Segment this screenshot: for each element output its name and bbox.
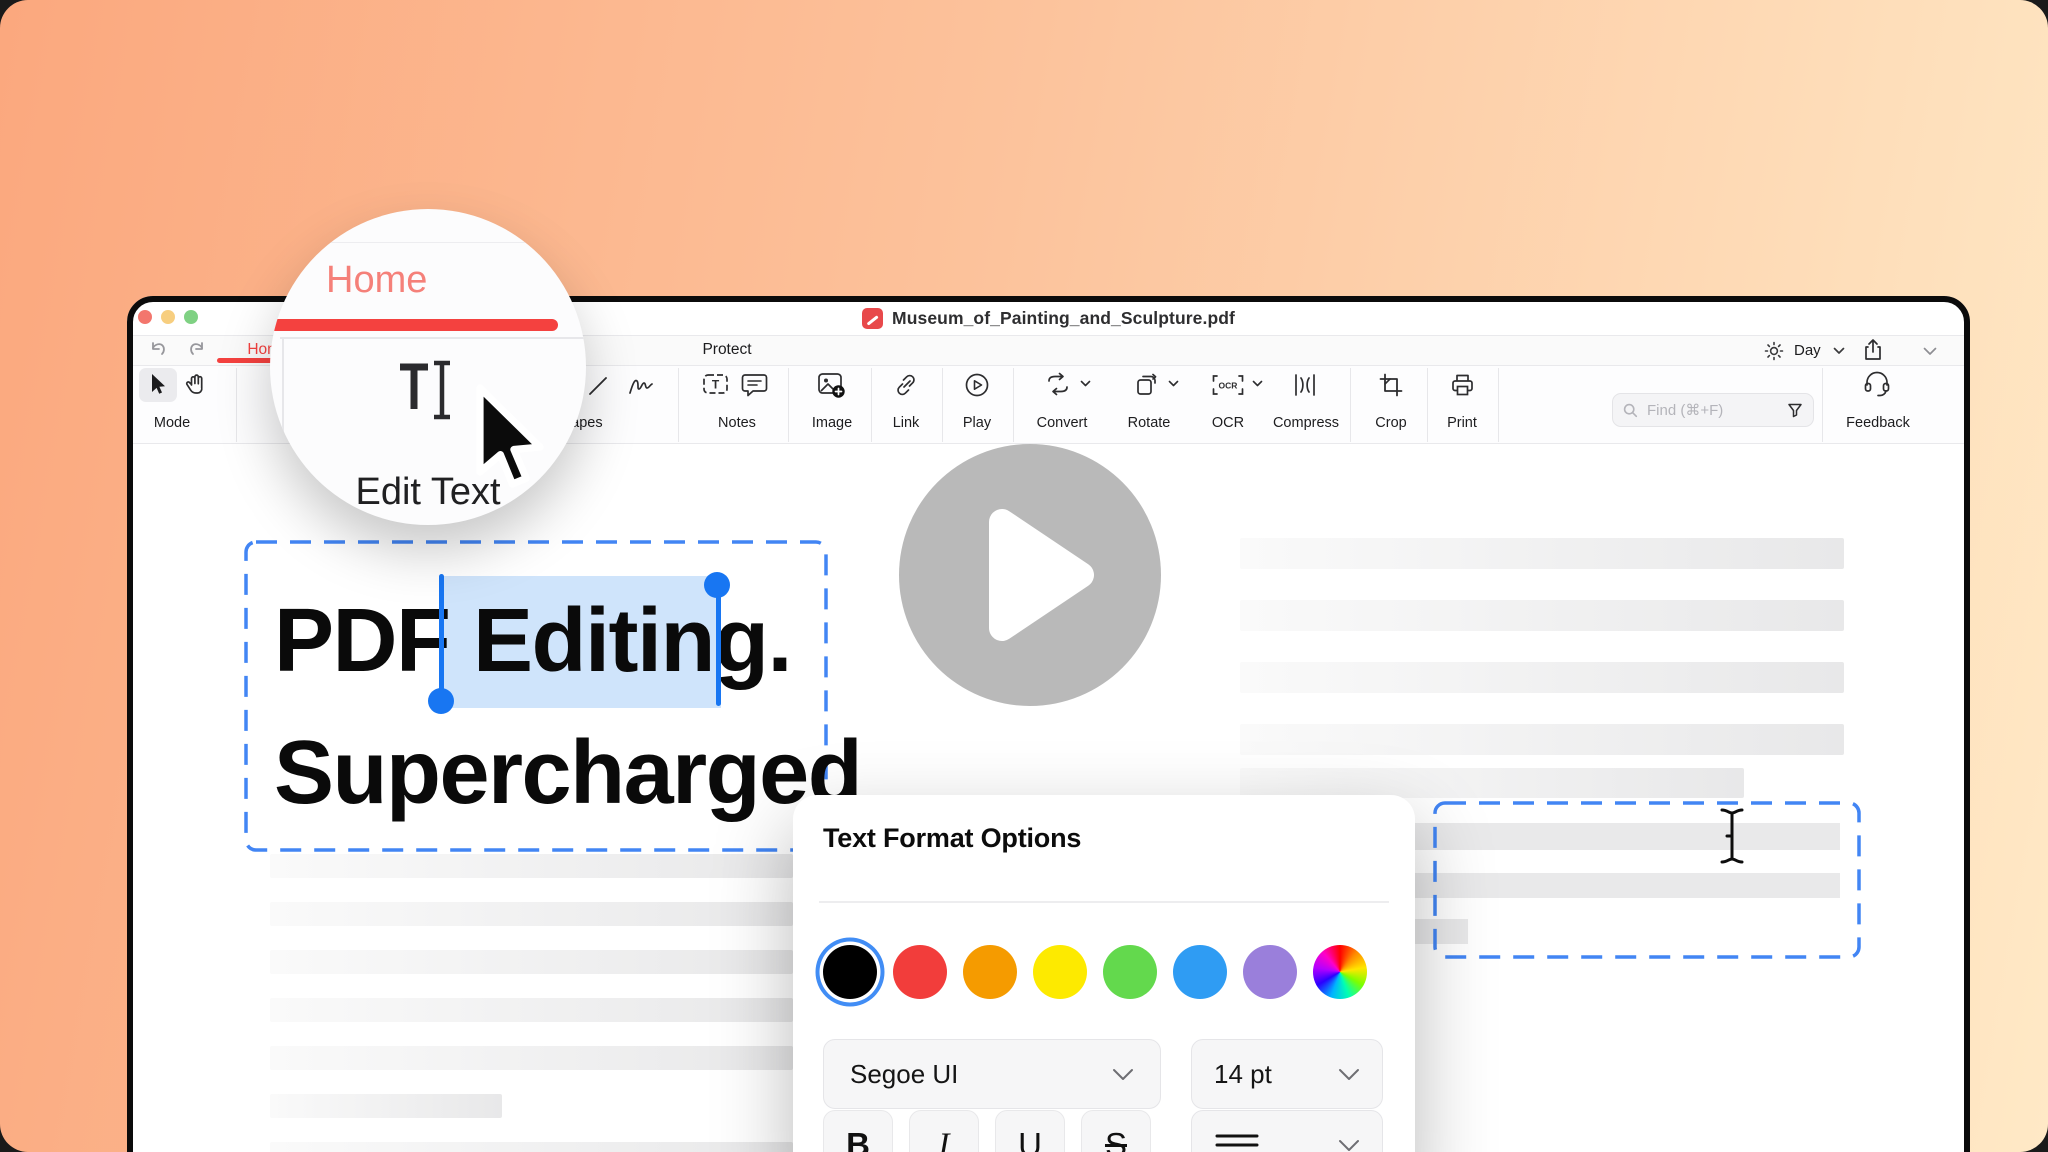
placeholder-text-line xyxy=(1240,724,1844,755)
toolbar-label-print[interactable]: Print xyxy=(1412,415,1512,431)
line-shape-icon[interactable] xyxy=(586,374,610,398)
placeholder-text-line xyxy=(270,1142,793,1152)
headline-selected-text: Editing xyxy=(473,591,767,691)
placeholder-text-line xyxy=(1240,600,1844,631)
color-swatch-green[interactable] xyxy=(1103,945,1157,999)
selection-handle-end-knob[interactable] xyxy=(704,572,730,598)
placeholder-text-line xyxy=(270,998,793,1022)
color-swatch-black[interactable] xyxy=(823,945,877,999)
text-format-options-panel: Text Format Options Segoe UI 14 pt B I xyxy=(793,795,1415,1152)
color-swatch-yellow[interactable] xyxy=(1033,945,1087,999)
play-triangle-icon xyxy=(899,444,1161,706)
placeholder-text-line xyxy=(1240,662,1844,693)
crop-icon[interactable] xyxy=(1378,372,1404,398)
selection-handle-start-knob[interactable] xyxy=(428,688,454,714)
ocr-chevron-icon[interactable] xyxy=(1252,380,1263,388)
video-play-button[interactable] xyxy=(899,444,1161,706)
search-input[interactable] xyxy=(1645,401,1780,420)
comment-bubble-icon[interactable] xyxy=(741,372,768,398)
play-tool-icon[interactable] xyxy=(964,372,990,398)
magnified-home-tab: Home xyxy=(326,259,427,302)
color-swatch-row xyxy=(823,945,1367,999)
select-cursor-icon[interactable] xyxy=(147,372,169,398)
theme-sun-icon[interactable] xyxy=(1763,340,1785,362)
chevron-down-icon xyxy=(1338,1068,1360,1081)
hand-tool-icon[interactable] xyxy=(183,371,209,398)
headline-line2: Supercharged xyxy=(274,722,861,825)
toolbar-collapse-chevron-icon[interactable] xyxy=(1923,347,1937,356)
placeholder-text-line xyxy=(270,902,793,926)
placeholder-text-line xyxy=(270,950,793,974)
convert-icon[interactable] xyxy=(1044,372,1072,398)
color-swatch-orange[interactable] xyxy=(963,945,1017,999)
alignment-dropdown[interactable] xyxy=(1191,1110,1383,1152)
feedback-headset-icon[interactable] xyxy=(1862,369,1892,399)
strikethrough-button[interactable]: S xyxy=(1081,1110,1151,1152)
convert-chevron-icon[interactable] xyxy=(1080,380,1091,388)
headline-post: . xyxy=(767,591,791,691)
selection-handle-end-bar[interactable] xyxy=(716,584,721,706)
ocr-icon[interactable]: OCR xyxy=(1210,374,1246,396)
underline-button[interactable]: U xyxy=(995,1110,1065,1152)
magnified-titlebar-line xyxy=(270,242,586,243)
compress-icon[interactable] xyxy=(1292,372,1318,398)
font-family-value: Segoe UI xyxy=(850,1059,958,1090)
freehand-signature-icon[interactable] xyxy=(627,373,655,399)
search-icon xyxy=(1623,403,1638,418)
toolbar-label-feedback[interactable]: Feedback xyxy=(1828,415,1928,431)
placeholder-text-line xyxy=(1240,538,1844,569)
chevron-down-icon xyxy=(1112,1068,1134,1081)
theme-chevron-icon[interactable] xyxy=(1833,347,1845,355)
filter-funnel-icon[interactable] xyxy=(1787,402,1803,418)
redo-icon[interactable] xyxy=(186,339,208,361)
undo-icon[interactable] xyxy=(147,339,169,361)
placeholder-text-line xyxy=(270,1046,793,1070)
text-note-icon[interactable]: T xyxy=(702,372,729,396)
panel-divider xyxy=(819,901,1389,903)
text-ibeam-cursor xyxy=(1716,806,1748,866)
magnified-toolbar-border-h xyxy=(280,337,586,339)
print-icon[interactable] xyxy=(1449,372,1476,398)
svg-text:OCR: OCR xyxy=(1219,381,1238,391)
headline-line1: PDF Editing. xyxy=(274,590,791,693)
toolbar-label-convert[interactable]: Convert xyxy=(1012,415,1112,431)
color-swatch-rainbow[interactable] xyxy=(1313,945,1367,999)
search-field[interactable] xyxy=(1612,393,1814,427)
italic-button[interactable]: I xyxy=(909,1110,979,1152)
align-justify-icon xyxy=(1214,1130,1260,1152)
font-size-value: 14 pt xyxy=(1214,1059,1272,1090)
rotate-icon[interactable] xyxy=(1134,372,1160,398)
mouse-arrow-cursor xyxy=(468,382,552,496)
selection-handle-start-bar[interactable] xyxy=(439,574,444,694)
bold-button[interactable]: B xyxy=(823,1110,893,1152)
edit-text-tool-icon xyxy=(394,357,458,423)
font-family-dropdown[interactable]: Segoe UI xyxy=(823,1039,1161,1109)
panel-title: Text Format Options xyxy=(823,823,1081,854)
image-add-icon[interactable] xyxy=(816,370,846,400)
tab-protect[interactable]: Protect xyxy=(677,341,777,359)
placeholder-text-line-short xyxy=(1240,768,1744,798)
svg-text:T: T xyxy=(712,378,720,392)
magnified-home-underline xyxy=(270,319,558,331)
chevron-down-icon xyxy=(1338,1139,1360,1152)
rotate-chevron-icon[interactable] xyxy=(1168,380,1179,388)
document-title: Museum_of_Painting_and_Sculpture.pdf xyxy=(892,308,1235,329)
link-icon[interactable] xyxy=(893,372,919,398)
toolbar-label-notes[interactable]: Notes xyxy=(687,415,787,431)
promo-screenshot: Museum_of_Painting_and_Sculpture.pdf Hom… xyxy=(0,0,2048,1152)
toolbar-label-mode[interactable]: Mode xyxy=(122,415,222,431)
color-swatch-purple[interactable] xyxy=(1243,945,1297,999)
right-text-selection-box[interactable] xyxy=(1433,801,1863,961)
share-icon[interactable] xyxy=(1861,337,1885,363)
color-swatch-red[interactable] xyxy=(893,945,947,999)
color-swatch-blue[interactable] xyxy=(1173,945,1227,999)
theme-day-label[interactable]: Day xyxy=(1794,342,1821,359)
placeholder-text-line xyxy=(270,854,793,878)
pdf-file-icon xyxy=(862,308,883,329)
placeholder-text-line-short xyxy=(270,1094,502,1118)
font-size-dropdown[interactable]: 14 pt xyxy=(1191,1039,1383,1109)
